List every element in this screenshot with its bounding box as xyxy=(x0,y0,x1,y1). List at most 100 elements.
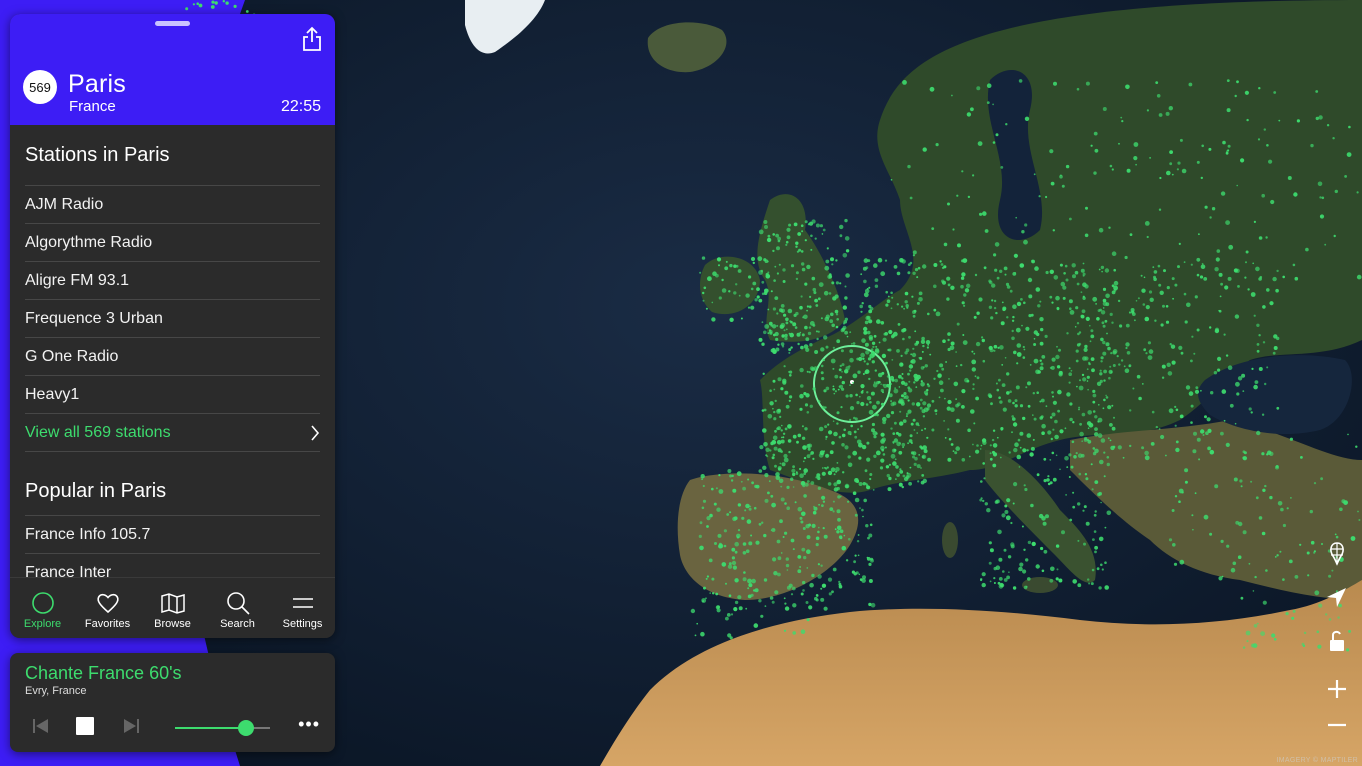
station-row[interactable]: Heavy1 xyxy=(25,376,320,414)
station-dot[interactable] xyxy=(755,540,760,545)
station-dot[interactable] xyxy=(834,374,839,379)
station-dot[interactable] xyxy=(1106,462,1111,467)
station-dot[interactable] xyxy=(920,446,924,450)
station-dot[interactable] xyxy=(1251,367,1254,370)
station-dot[interactable] xyxy=(792,434,797,439)
station-dot[interactable] xyxy=(813,291,817,295)
station-dot[interactable] xyxy=(706,516,711,521)
station-dot[interactable] xyxy=(1245,250,1249,254)
station-dot[interactable] xyxy=(890,453,896,459)
station-dot[interactable] xyxy=(245,10,249,13)
station-dot[interactable] xyxy=(1117,299,1121,303)
station-dot[interactable] xyxy=(856,439,862,445)
station-dot[interactable] xyxy=(1012,422,1018,427)
station-dot[interactable] xyxy=(860,390,864,394)
station-dot[interactable] xyxy=(1165,454,1167,457)
station-dot[interactable] xyxy=(799,305,803,310)
station-dot[interactable] xyxy=(1147,355,1153,360)
station-dot[interactable] xyxy=(809,404,813,408)
station-dot[interactable] xyxy=(1318,603,1323,608)
station-dot[interactable] xyxy=(733,291,737,295)
station-dot[interactable] xyxy=(1050,181,1055,186)
station-dot[interactable] xyxy=(1248,562,1251,565)
station-dot[interactable] xyxy=(800,295,803,298)
station-dot[interactable] xyxy=(1161,364,1166,369)
station-dot[interactable] xyxy=(786,227,791,232)
station-dot[interactable] xyxy=(901,394,904,398)
tab-search[interactable]: Search xyxy=(205,578,270,638)
station-dot[interactable] xyxy=(860,425,863,428)
station-dot[interactable] xyxy=(766,237,772,243)
station-dot[interactable] xyxy=(701,256,706,260)
station-dot[interactable] xyxy=(1100,360,1103,363)
station-dot[interactable] xyxy=(1162,304,1165,308)
station-dot[interactable] xyxy=(1059,429,1064,434)
station-dot[interactable] xyxy=(799,467,802,471)
station-dot[interactable] xyxy=(1040,398,1045,403)
station-dot[interactable] xyxy=(1155,81,1159,84)
station-dot[interactable] xyxy=(961,272,966,277)
station-dot[interactable] xyxy=(1053,275,1059,280)
station-dot[interactable] xyxy=(740,317,743,320)
station-dot[interactable] xyxy=(700,631,705,637)
station-dot[interactable] xyxy=(1141,288,1146,293)
station-dot[interactable] xyxy=(761,409,765,412)
station-dot[interactable] xyxy=(828,592,832,596)
station-dot[interactable] xyxy=(762,372,765,375)
station-dot[interactable] xyxy=(748,583,753,588)
station-dot[interactable] xyxy=(882,337,887,342)
station-dot[interactable] xyxy=(874,369,877,372)
station-dot[interactable] xyxy=(1136,374,1141,379)
station-dot[interactable] xyxy=(795,277,799,281)
station-dot[interactable] xyxy=(839,495,842,498)
station-dot[interactable] xyxy=(1200,176,1204,180)
station-dot[interactable] xyxy=(1319,196,1322,199)
station-dot[interactable] xyxy=(1306,551,1310,555)
station-dot[interactable] xyxy=(1100,438,1106,443)
station-dot[interactable] xyxy=(776,324,779,327)
station-dot[interactable] xyxy=(1086,375,1090,379)
station-dot[interactable] xyxy=(884,446,887,449)
station-dot[interactable] xyxy=(767,332,770,334)
station-dot[interactable] xyxy=(763,258,767,262)
station-dot[interactable] xyxy=(748,275,752,279)
station-dot[interactable] xyxy=(908,364,914,369)
station-dot[interactable] xyxy=(875,450,881,456)
station-dot[interactable] xyxy=(776,272,780,275)
station-dot[interactable] xyxy=(812,457,815,460)
station-dot[interactable] xyxy=(1094,550,1097,554)
station-dot[interactable] xyxy=(859,304,863,309)
station-dot[interactable] xyxy=(1003,266,1008,271)
station-dot[interactable] xyxy=(773,571,778,576)
station-dot[interactable] xyxy=(1032,414,1034,416)
station-dot[interactable] xyxy=(817,330,820,333)
station-dot[interactable] xyxy=(836,479,842,485)
station-dot[interactable] xyxy=(1290,497,1292,499)
station-dot[interactable] xyxy=(865,524,869,528)
station-dot[interactable] xyxy=(953,381,959,387)
station-dot[interactable] xyxy=(1078,342,1082,346)
station-dot[interactable] xyxy=(196,2,199,5)
station-dot[interactable] xyxy=(1310,540,1315,545)
station-dot[interactable] xyxy=(736,536,740,539)
station-dot[interactable] xyxy=(880,402,885,406)
station-dot[interactable] xyxy=(1113,268,1116,272)
station-dot[interactable] xyxy=(790,477,794,481)
station-dot[interactable] xyxy=(742,551,747,555)
station-dot[interactable] xyxy=(982,440,987,445)
station-dot[interactable] xyxy=(873,334,877,338)
station-dot[interactable] xyxy=(1111,426,1116,431)
station-dot[interactable] xyxy=(1085,81,1090,86)
station-dot[interactable] xyxy=(852,450,858,456)
station-dot[interactable] xyxy=(1007,555,1012,559)
station-dot[interactable] xyxy=(879,466,884,470)
station-dot[interactable] xyxy=(1266,366,1269,369)
station-dot[interactable] xyxy=(1039,341,1044,346)
station-dot[interactable] xyxy=(1141,383,1144,385)
station-dot[interactable] xyxy=(1069,417,1073,422)
station-dot[interactable] xyxy=(731,556,736,560)
station-dot[interactable] xyxy=(1055,295,1060,301)
station-dot[interactable] xyxy=(1226,108,1231,113)
station-dot[interactable] xyxy=(788,399,791,402)
station-dot[interactable] xyxy=(746,519,752,524)
